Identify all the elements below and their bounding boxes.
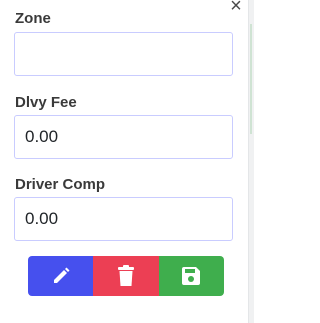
delivery-fee-label: Dlvy Fee xyxy=(15,94,77,111)
trash-icon xyxy=(117,265,135,287)
zone-label: Zone xyxy=(15,10,51,27)
driver-comp-input[interactable] xyxy=(14,197,233,241)
zone-fee-panel: × Zone Dlvy Fee Driver Comp xyxy=(0,0,254,323)
save-button[interactable] xyxy=(158,256,224,296)
edge-accent xyxy=(250,24,252,134)
driver-comp-label: Driver Comp xyxy=(15,176,106,193)
floppy-disk-icon xyxy=(181,266,201,286)
delivery-fee-input[interactable] xyxy=(14,115,233,159)
close-button[interactable]: × xyxy=(226,0,246,16)
action-button-group xyxy=(28,256,224,296)
edit-button[interactable] xyxy=(28,256,94,296)
delete-button[interactable] xyxy=(93,256,159,296)
pencil-icon xyxy=(51,266,71,286)
panel-right-edge xyxy=(248,0,254,323)
zone-input[interactable] xyxy=(14,32,233,76)
